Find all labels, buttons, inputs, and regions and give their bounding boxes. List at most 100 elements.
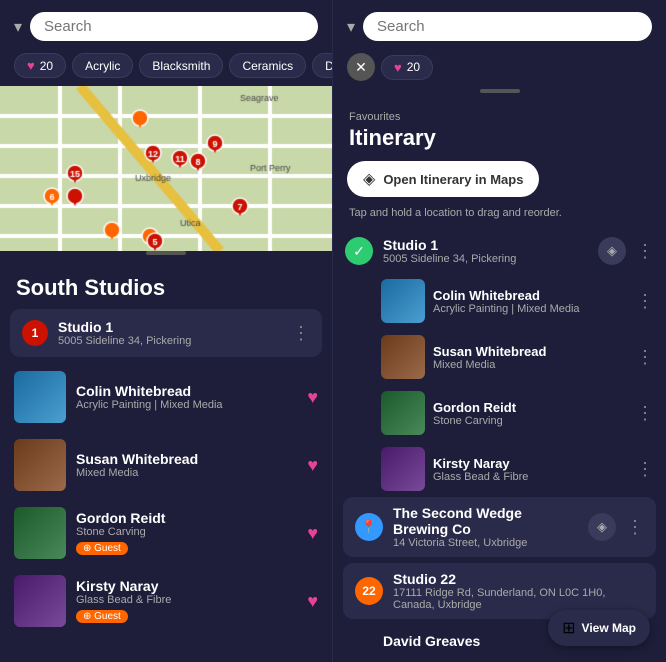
artist-info: Colin Whitebread Acrylic Painting | Mixe… <box>76 383 297 411</box>
itinerary-title: Itinerary <box>333 125 666 161</box>
view-map-icon: ⊞ <box>562 618 575 638</box>
artist-name: Gordon Reidt <box>76 510 297 526</box>
more-icon[interactable]: ⋮ <box>626 517 644 538</box>
artist-name: Colin Whitebread <box>76 383 297 399</box>
artist-thumb <box>381 447 425 491</box>
artist-item[interactable]: Kirsty Naray Glass Bead & Fibre ⊕ Guest … <box>0 567 332 635</box>
left-chips: ♥ 20 Acrylic Blacksmith Ceramics Drawi..… <box>0 49 332 86</box>
location-dot-icon: 📍 <box>355 513 383 541</box>
artist-item[interactable]: Susan Whitebread Mixed Media ♥ <box>0 431 332 499</box>
open-maps-button[interactable]: ◈ Open Itinerary in Maps <box>347 161 539 197</box>
heart-icon: ♥ <box>27 58 35 73</box>
heart-button[interactable]: ♥ <box>307 455 318 476</box>
artist-list: Colin Whitebread Acrylic Painting | Mixe… <box>0 363 332 662</box>
right-studio-info: Studio 22 17111 Ridge Rd, Sunderland, ON… <box>393 571 644 611</box>
view-map-label: View Map <box>582 621 636 635</box>
close-button[interactable]: ✕ <box>347 53 375 81</box>
right-artist-item[interactable]: Colin Whitebread Acrylic Painting | Mixe… <box>333 273 666 329</box>
nav-icon[interactable]: ◈ <box>588 513 616 541</box>
chip-label: Blacksmith <box>152 59 210 73</box>
scroll-indicator <box>146 251 186 255</box>
right-artist-info: Gordon Reidt Stone Carving <box>433 400 628 427</box>
more-icon[interactable]: ⋮ <box>636 241 654 262</box>
artist-medium: Stone Carving <box>76 526 297 538</box>
artist-item[interactable]: Gordon Reidt Stone Carving ⊕ Guest ♥ <box>0 499 332 567</box>
heart-button[interactable]: ♥ <box>307 387 318 408</box>
studio-addr: 5005 Sideline 34, Pickering <box>58 335 282 347</box>
right-panel: ▾ ✕ ♥ 20 Favourites Itinerary ◈ Open Iti… <box>333 0 666 662</box>
favourites-label: Favourites <box>333 101 666 125</box>
right-studio-name: The Second Wedge Brewing Co <box>393 505 578 537</box>
chip-fav[interactable]: ♥ 20 <box>381 55 433 80</box>
chip-drawing[interactable]: Drawi... <box>312 53 332 78</box>
right-artist-medium: Mixed Media <box>433 359 628 371</box>
artist-info: Kirsty Naray Glass Bead & Fibre ⊕ Guest <box>76 578 297 624</box>
chip-ceramics[interactable]: Ceramics <box>229 53 306 78</box>
chip-acrylic[interactable]: Acrylic <box>72 53 133 78</box>
more-icon[interactable]: ⋮ <box>636 403 654 424</box>
artist-medium: Mixed Media <box>76 467 297 479</box>
section-title: South Studios <box>0 263 332 309</box>
right-artist-item[interactable]: Kirsty Naray Glass Bead & Fibre ⋮ <box>333 441 666 497</box>
artist-info: Susan Whitebread Mixed Media <box>76 451 297 479</box>
guest-badge: ⊕ Guest <box>76 542 128 555</box>
right-artist-medium: Stone Carving <box>433 415 628 427</box>
right-studio-addr: 14 Victoria Street, Uxbridge <box>393 537 578 549</box>
right-search-bar: ▾ <box>333 0 666 49</box>
artist-medium: Acrylic Painting | Mixed Media <box>76 399 297 411</box>
artist-thumb <box>381 335 425 379</box>
chip-label: Ceramics <box>242 59 293 73</box>
open-maps-label: Open Itinerary in Maps <box>383 172 523 187</box>
right-artist-info: Kirsty Naray Glass Bead & Fibre <box>433 456 628 483</box>
right-studio-addr: 17111 Ridge Rd, Sunderland, ON L0C 1H0, … <box>393 587 644 611</box>
right-search-input[interactable] <box>377 18 638 35</box>
studio-info: Studio 1 5005 Sideline 34, Pickering <box>58 319 282 347</box>
right-studio-item[interactable]: 📍 The Second Wedge Brewing Co 14 Victori… <box>343 497 656 557</box>
fav-count: 20 <box>407 60 420 74</box>
more-icon[interactable]: ⋮ <box>292 323 310 344</box>
right-list: ✓ Studio 1 5005 Sideline 34, Pickering ◈… <box>333 229 666 662</box>
artist-medium: Glass Bead & Fibre <box>76 594 297 606</box>
more-icon[interactable]: ⋮ <box>636 291 654 312</box>
artist-thumb <box>14 439 66 491</box>
right-studio-info: The Second Wedge Brewing Co 14 Victoria … <box>393 505 578 549</box>
heart-icon: ♥ <box>394 60 402 75</box>
more-icon[interactable]: ⋮ <box>636 459 654 480</box>
right-studio-name: Studio 22 <box>393 571 644 587</box>
more-icon[interactable]: ⋮ <box>636 347 654 368</box>
studio-number-badge: 22 <box>355 577 383 605</box>
chip-fav[interactable]: ♥ 20 <box>14 53 66 78</box>
right-studio-info: Studio 1 5005 Sideline 34, Pickering <box>383 237 588 265</box>
artist-thumb <box>14 371 66 423</box>
left-chevron-icon[interactable]: ▾ <box>14 17 22 37</box>
right-scroll-indicator <box>480 89 520 93</box>
right-studio-addr: 5005 Sideline 34, Pickering <box>383 253 588 265</box>
right-chevron-icon[interactable]: ▾ <box>347 17 355 37</box>
green-check-icon: ✓ <box>345 237 373 265</box>
chip-blacksmith[interactable]: Blacksmith <box>139 53 223 78</box>
drag-hint: Tap and hold a location to drag and reor… <box>333 207 666 229</box>
artist-thumb <box>14 507 66 559</box>
heart-button[interactable]: ♥ <box>307 523 318 544</box>
view-map-button[interactable]: ⊞ View Map <box>548 610 650 646</box>
nav-icon[interactable]: ◈ <box>598 237 626 265</box>
right-artist-medium: Glass Bead & Fibre <box>433 471 628 483</box>
right-studio-item[interactable]: ✓ Studio 1 5005 Sideline 34, Pickering ◈… <box>333 229 666 273</box>
map-view[interactable] <box>0 86 332 251</box>
right-artist-item[interactable]: Susan Whitebread Mixed Media ⋮ <box>333 329 666 385</box>
left-search-input[interactable] <box>44 18 304 35</box>
right-artist-info: Colin Whitebread Acrylic Painting | Mixe… <box>433 288 628 315</box>
fav-count: 20 <box>40 59 53 73</box>
chip-label: Drawi... <box>325 59 332 73</box>
heart-button[interactable]: ♥ <box>307 591 318 612</box>
right-chips: ✕ ♥ 20 <box>333 49 666 89</box>
right-studio-name: Studio 1 <box>383 237 588 253</box>
artist-name: Susan Whitebread <box>76 451 297 467</box>
left-search-wrap[interactable] <box>30 12 318 41</box>
left-search-bar: ▾ <box>0 0 332 49</box>
right-artist-item[interactable]: Gordon Reidt Stone Carving ⋮ <box>333 385 666 441</box>
studio-item[interactable]: 1 Studio 1 5005 Sideline 34, Pickering ⋮ <box>10 309 322 357</box>
artist-item[interactable]: Colin Whitebread Acrylic Painting | Mixe… <box>0 363 332 431</box>
right-artist-name: Colin Whitebread <box>433 288 628 303</box>
right-search-wrap[interactable] <box>363 12 652 41</box>
